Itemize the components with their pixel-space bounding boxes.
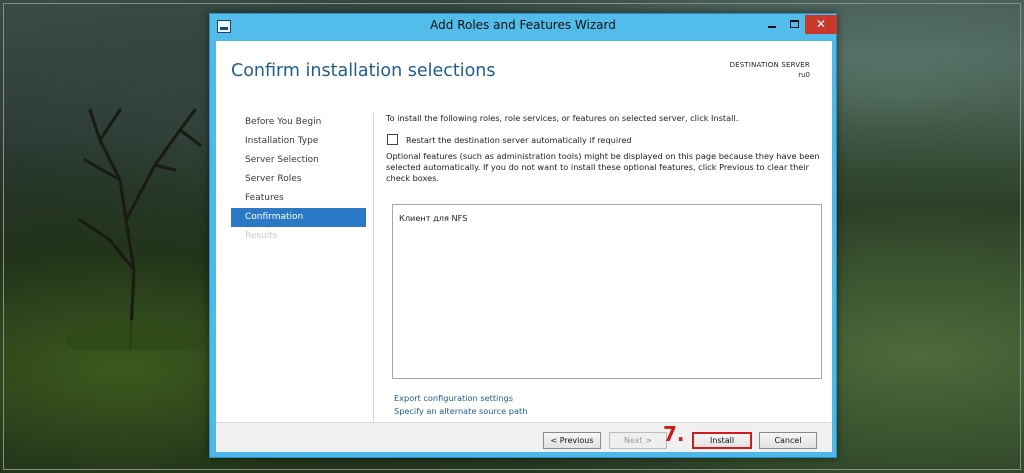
intro-text: To install the following roles, role ser…: [386, 113, 739, 123]
nav-item-results: Results: [245, 231, 278, 241]
wizard-window: Add Roles and Features Wizard ✕ Confirm …: [209, 13, 837, 458]
restart-option[interactable]: Restart the destination server automatic…: [386, 134, 821, 145]
features-list[interactable]: Клиент для NFS: [392, 204, 822, 379]
nav-item-features[interactable]: Features: [231, 189, 366, 208]
confirmation-content: To install the following roles, role ser…: [386, 113, 821, 184]
maximize-button[interactable]: [783, 15, 805, 34]
window-title: Add Roles and Features Wizard: [430, 18, 616, 32]
wizard-nav: Before You Begin Installation Type Serve…: [231, 113, 366, 246]
title-bar[interactable]: Add Roles and Features Wizard ✕: [210, 14, 837, 40]
next-button: Next >: [609, 432, 667, 449]
nav-item-confirmation[interactable]: Confirmation: [231, 208, 366, 227]
nav-item-before-you-begin[interactable]: Before You Begin: [231, 113, 366, 132]
nav-divider: [373, 113, 374, 423]
minimize-button[interactable]: [761, 15, 783, 34]
alternate-source-path-link[interactable]: Specify an alternate source path: [394, 406, 527, 416]
wizard-footer: < Previous Next > Install Cancel: [216, 422, 832, 452]
export-configuration-link[interactable]: Export configuration settings: [394, 393, 513, 403]
page-title: Confirm installation selections: [231, 61, 496, 81]
cancel-button[interactable]: Cancel: [759, 432, 817, 449]
maximize-icon: [789, 20, 799, 28]
destination-server-value: ru0: [798, 71, 810, 79]
restart-checkbox-label[interactable]: Restart the destination server automatic…: [406, 135, 632, 145]
nav-item-server-selection[interactable]: Server Selection: [231, 151, 366, 170]
minimize-icon: [768, 26, 776, 28]
optional-features-note: Optional features (such as administratio…: [386, 151, 820, 183]
background-tree-image: [65, 108, 205, 350]
step-annotation: 7.: [663, 422, 685, 446]
close-icon: ✕: [815, 17, 827, 31]
nav-item-installation-type[interactable]: Installation Type: [231, 132, 366, 151]
wizard-client-area: Confirm installation selections DESTINAT…: [216, 41, 832, 452]
previous-button[interactable]: < Previous: [543, 432, 601, 449]
nav-item-server-roles[interactable]: Server Roles: [231, 170, 366, 189]
feature-item: Клиент для NFS: [399, 213, 468, 223]
destination-server-label: DESTINATION SERVER: [729, 61, 810, 69]
install-button[interactable]: Install: [692, 432, 752, 449]
close-button[interactable]: ✕: [805, 15, 837, 34]
restart-checkbox[interactable]: [387, 134, 398, 145]
